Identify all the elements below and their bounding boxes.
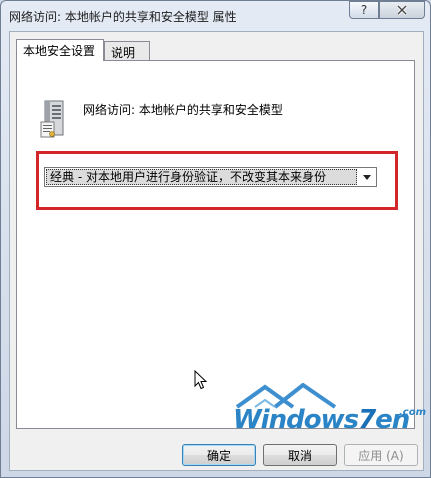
cancel-button[interactable]: 取消 <box>263 444 337 466</box>
security-model-dropdown[interactable]: 经典 - 对本地用户进行身份验证，不改变其本来身份 <box>44 167 377 187</box>
mouse-pointer-icon <box>194 370 207 390</box>
watermark-domain: .com <box>399 407 427 418</box>
chevron-down-icon <box>363 174 371 180</box>
tab-panel: 网络访问: 本地帐户的共享和安全模型 经典 - 对本地用户进行身份验证，不改变其… <box>16 60 426 435</box>
tab-local-security-setting[interactable]: 本地安全设置 <box>16 39 104 61</box>
watermark-prefix: Windows <box>233 405 359 435</box>
title-bar[interactable]: 网络访问: 本地帐户的共享和安全模型 属性 ? <box>1 1 430 31</box>
close-button[interactable] <box>379 1 425 19</box>
properties-dialog: 网络访问: 本地帐户的共享和安全模型 属性 ? 本地安全设置 说明 网络访问: … <box>0 0 431 478</box>
dropdown-arrow-button[interactable] <box>359 169 375 185</box>
close-icon <box>396 5 408 15</box>
ok-button[interactable]: 确定 <box>182 444 256 466</box>
apply-button[interactable]: 应用 (A) <box>344 444 418 466</box>
policy-label: 网络访问: 本地帐户的共享和安全模型 <box>83 103 283 117</box>
watermark-digit: 7 <box>358 405 376 435</box>
watermark-text: Windows7en <box>233 405 410 435</box>
tab-explain[interactable]: 说明 <box>104 41 150 60</box>
server-icon <box>40 100 64 138</box>
dropdown-selected-value: 经典 - 对本地用户进行身份验证，不改变其本来身份 <box>46 169 357 185</box>
help-button[interactable]: ? <box>349 1 379 19</box>
dialog-client-area: 本地安全设置 说明 网络访问: 本地帐户的共享和安全模型 经典 - 对本地用户进 <box>9 31 426 471</box>
window-title: 网络访问: 本地帐户的共享和安全模型 属性 <box>9 10 237 24</box>
